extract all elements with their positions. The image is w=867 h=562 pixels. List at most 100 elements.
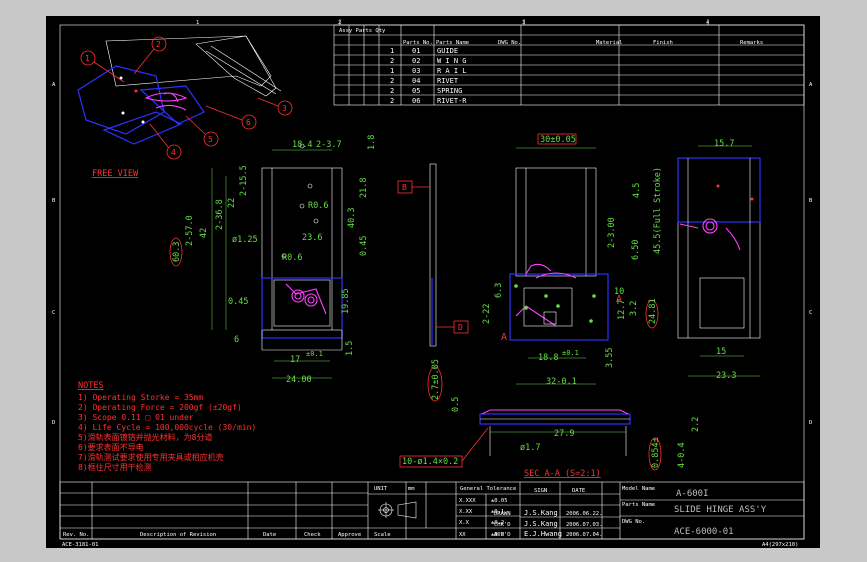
svg-text:R0.6: R0.6 bbox=[308, 201, 328, 211]
table-row: 2 04 RIVET bbox=[390, 77, 459, 85]
svg-text:B: B bbox=[402, 183, 407, 192]
svg-text:±0.1: ±0.1 bbox=[562, 349, 579, 357]
svg-text:22: 22 bbox=[227, 198, 237, 208]
footer-right: A4(297x210) bbox=[762, 542, 798, 548]
section-dims: 30±0.05 2-3.00 45.5(Full Stroke) 4.5 6.5… bbox=[482, 133, 663, 387]
right-view bbox=[677, 157, 761, 339]
svg-text:±0.1: ±0.1 bbox=[306, 350, 323, 358]
svg-text:2-22: 2-22 bbox=[482, 304, 492, 324]
svg-text:2-3.00: 2-3.00 bbox=[607, 217, 617, 248]
table-row: 1 03 R A I L bbox=[390, 67, 467, 75]
svg-text:18.4: 18.4 bbox=[292, 140, 312, 150]
svg-text:DRAWN: DRAWN bbox=[494, 511, 511, 517]
parts-header-no: Parts No. bbox=[403, 40, 433, 46]
svg-text:05: 05 bbox=[412, 87, 420, 95]
svg-text:3: 3 bbox=[282, 104, 287, 113]
svg-text:2: 2 bbox=[390, 57, 394, 65]
balloon-4: 4 bbox=[149, 123, 182, 160]
table-row: CHK'D J.S.Kang 2006.07.03. bbox=[494, 520, 602, 528]
title-block: Rev. No. Description of Revision Date Ch… bbox=[59, 481, 805, 540]
footer-left: ACE-3181-01 bbox=[62, 542, 98, 548]
svg-text:D: D bbox=[809, 420, 812, 426]
svg-text:04: 04 bbox=[412, 77, 420, 85]
svg-text:SIGN: SIGN bbox=[534, 488, 547, 494]
parts-name: SLIDE HINGE ASS'Y bbox=[674, 505, 767, 515]
svg-text:0.5: 0.5 bbox=[451, 397, 461, 412]
svg-text:ø1.25: ø1.25 bbox=[232, 235, 258, 245]
front-view bbox=[261, 143, 343, 351]
svg-text:2: 2 bbox=[390, 97, 394, 105]
svg-text:Description of Revision: Description of Revision bbox=[140, 532, 216, 538]
note-line: 7)滑轨测试要求使用专用夹具或相应机壳 bbox=[78, 452, 224, 462]
svg-text:27.9: 27.9 bbox=[554, 429, 574, 439]
svg-text:±0.05: ±0.05 bbox=[491, 498, 508, 504]
svg-text:CHK'D: CHK'D bbox=[494, 522, 511, 528]
parts-header-material: Material bbox=[596, 40, 623, 46]
note-line: 8)框住尺寸用干检测 bbox=[78, 462, 152, 472]
svg-text:D: D bbox=[458, 323, 463, 332]
svg-text:DATE: DATE bbox=[572, 488, 585, 494]
svg-text:2.2: 2.2 bbox=[691, 417, 701, 432]
svg-text:2006.06.22.: 2006.06.22. bbox=[566, 511, 602, 517]
svg-text:40.3: 40.3 bbox=[347, 208, 357, 228]
svg-text:4: 4 bbox=[171, 148, 176, 157]
note-line: 4) Life Cycle = 100,000cycle (30/min) bbox=[78, 423, 256, 432]
dwg-number: ACE-6000-01 bbox=[674, 527, 734, 537]
table-row: DRAWN J.S.Kang 2006.06.22. bbox=[494, 509, 602, 517]
svg-text:0.854±: 0.854± bbox=[651, 437, 661, 468]
svg-text:19.85: 19.85 bbox=[341, 288, 351, 314]
svg-text:X.X: X.X bbox=[459, 520, 470, 526]
svg-text:32-0.1: 32-0.1 bbox=[546, 377, 577, 387]
svg-text:24.81: 24.81 bbox=[648, 298, 658, 324]
svg-text:mm: mm bbox=[408, 486, 415, 492]
parts-header-qty: Assy Parts Qty bbox=[339, 28, 386, 34]
svg-text:SPRING: SPRING bbox=[437, 87, 462, 95]
svg-text:18.8: 18.8 bbox=[538, 353, 558, 363]
svg-text:0.45: 0.45 bbox=[228, 297, 248, 307]
svg-text:A: A bbox=[52, 82, 56, 88]
svg-text:Rev. No.: Rev. No. bbox=[63, 532, 90, 538]
svg-text:6.3: 6.3 bbox=[494, 283, 504, 298]
svg-text:C: C bbox=[52, 310, 55, 316]
svg-text:02: 02 bbox=[412, 57, 420, 65]
svg-text:RIVET: RIVET bbox=[437, 77, 459, 85]
isometric-view: 1 2 3 4 5 6 bbox=[77, 35, 293, 160]
note-line: 6)要求表面不导电 bbox=[78, 442, 144, 452]
parts-header-name: Parts Name bbox=[436, 40, 469, 46]
svg-text:Approve: Approve bbox=[338, 532, 361, 538]
svg-text:23.6: 23.6 bbox=[302, 233, 322, 243]
svg-text:Check: Check bbox=[304, 532, 321, 538]
cad-canvas: 1 2 3 4 A B C D A B C D Assy Parts Qty P… bbox=[52, 19, 813, 548]
svg-text:Model Name: Model Name bbox=[622, 486, 655, 492]
svg-text:21.8: 21.8 bbox=[359, 178, 369, 198]
right-dims: 15.7 15 23.3 bbox=[688, 139, 760, 381]
svg-text:1: 1 bbox=[196, 20, 199, 26]
svg-text:3.55: 3.55 bbox=[605, 348, 615, 368]
svg-text:B: B bbox=[809, 198, 813, 204]
svg-text:01: 01 bbox=[412, 47, 420, 55]
svg-text:2-3.7: 2-3.7 bbox=[316, 140, 342, 150]
svg-text:RIVET-R: RIVET-R bbox=[437, 97, 467, 105]
balloon-6: 6 bbox=[205, 105, 257, 130]
svg-text:UNIT: UNIT bbox=[374, 486, 388, 492]
note-line: 2) Operating Force = 200gf (±20gf) bbox=[78, 403, 242, 412]
svg-text:3.2: 3.2 bbox=[629, 301, 639, 316]
svg-text:A: A bbox=[809, 82, 813, 88]
table-row: 1 01 GUIDE bbox=[390, 47, 458, 55]
svg-text:23.3: 23.3 bbox=[716, 371, 736, 381]
svg-text:X.XXX: X.XXX bbox=[459, 498, 476, 504]
balloon-5: 5 bbox=[185, 115, 219, 147]
svg-text:6.50: 6.50 bbox=[631, 240, 641, 260]
side-view: B D bbox=[397, 163, 469, 347]
svg-text:42: 42 bbox=[199, 228, 209, 238]
svg-text:E.J.Hwang: E.J.Hwang bbox=[524, 530, 562, 538]
parts-header-finish: Finish bbox=[653, 40, 673, 46]
svg-text:03: 03 bbox=[412, 67, 420, 75]
notes-block: NOTES 1) Operating Storke = 35mm 2) Oper… bbox=[78, 381, 256, 472]
section-label: SEC A-A (S=2:1) bbox=[524, 469, 601, 479]
svg-text:2-36.8: 2-36.8 bbox=[215, 199, 225, 230]
svg-text:A: A bbox=[616, 294, 622, 305]
svg-text:0.45: 0.45 bbox=[359, 236, 369, 256]
front-dims: 18.4 2-3.7 1.8 2-15.5 22 2-36.8 42 2-57.… bbox=[169, 135, 377, 385]
svg-text:GUIDE: GUIDE bbox=[437, 47, 458, 55]
